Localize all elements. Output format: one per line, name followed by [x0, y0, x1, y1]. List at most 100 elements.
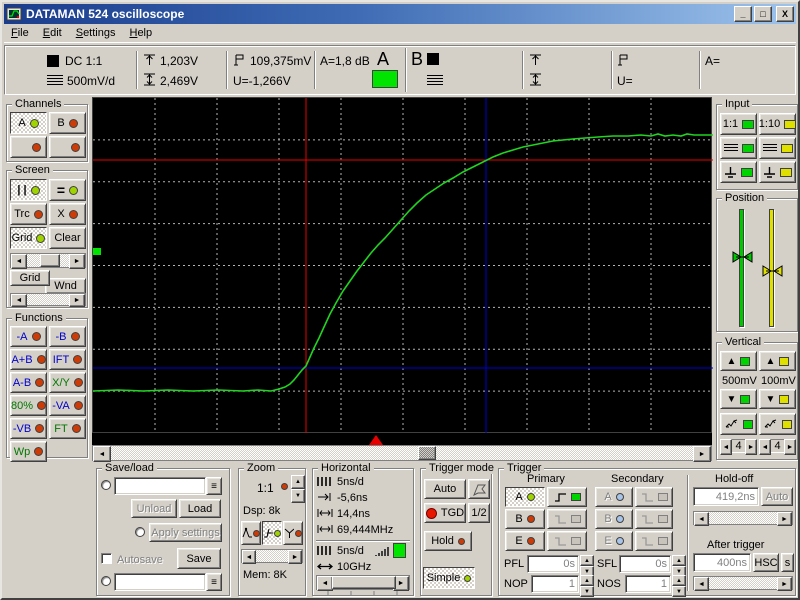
auto-trigger-button[interactable]: Auto: [424, 479, 466, 499]
secondary-b-edge-button[interactable]: [635, 509, 673, 529]
xy-button[interactable]: X: [49, 203, 86, 225]
secondary-a-button[interactable]: A: [595, 487, 633, 507]
arrow-left-icon[interactable]: ◄: [759, 439, 771, 455]
hsc-button[interactable]: HSC: [753, 553, 779, 572]
noise-filter-a-button[interactable]: [720, 413, 757, 435]
secondary-e-edge-button[interactable]: [635, 531, 673, 551]
arrow-left-icon[interactable]: ◄: [720, 439, 732, 455]
horizontal-scrollbar-thumb[interactable]: [332, 576, 396, 589]
after-trigger-scrollbar[interactable]: ◄ ►: [693, 576, 793, 590]
arrow-down-icon[interactable]: ▼: [291, 489, 305, 503]
zoom-mode-peak-button[interactable]: [241, 521, 261, 545]
secondary-a-edge-button[interactable]: [635, 487, 673, 507]
range-up-b-button[interactable]: ▲: [759, 351, 796, 371]
holdoff-input[interactable]: 419,2ns: [693, 487, 759, 506]
primary-e-button[interactable]: E: [505, 531, 545, 551]
input-1-10-button[interactable]: 1:10: [759, 113, 796, 135]
save-button[interactable]: Save: [177, 548, 221, 569]
arrow-up-icon[interactable]: ▲: [291, 475, 305, 489]
arrow-down-icon[interactable]: ▼: [580, 586, 594, 597]
fn-neg-vb-button[interactable]: -VB: [10, 418, 47, 439]
coupling-b-button[interactable]: [759, 137, 796, 159]
fn-a-minus-b-button[interactable]: A-B: [10, 372, 47, 393]
position-handle-b[interactable]: [762, 265, 783, 277]
half-button[interactable]: 1/2: [468, 503, 490, 523]
arrow-down-icon[interactable]: ▼: [672, 586, 686, 597]
grid-scrollbar-thumb[interactable]: [40, 254, 60, 267]
range-up-a-button[interactable]: ▲: [720, 351, 757, 371]
arrow-left-icon[interactable]: ◄: [93, 446, 111, 462]
arrow-left-icon[interactable]: ◄: [317, 576, 333, 591]
scope-display[interactable]: [92, 97, 712, 433]
secondary-b-button[interactable]: B: [595, 509, 633, 529]
fn-neg-a-button[interactable]: -A: [10, 326, 47, 347]
arrow-up-icon[interactable]: ▲: [580, 555, 594, 566]
range-down-b-button[interactable]: ▼: [759, 389, 796, 409]
nop-input[interactable]: 1: [531, 575, 579, 593]
arrow-right-icon[interactable]: ►: [69, 254, 85, 269]
probe-spinner-b[interactable]: ◄ 4 ►: [759, 439, 796, 453]
arrow-right-icon[interactable]: ►: [693, 446, 711, 462]
arrow-left-icon[interactable]: ◄: [694, 512, 709, 526]
sfl-input[interactable]: 0s: [619, 555, 671, 573]
hold-button[interactable]: Hold: [424, 531, 472, 551]
nos-input[interactable]: 1: [625, 575, 671, 593]
trigger-position-marker-icon[interactable]: [369, 435, 383, 445]
save-name-input[interactable]: [114, 573, 206, 591]
wnd-scrollbar[interactable]: ◄ ►: [10, 293, 86, 306]
close-icon[interactable]: X: [776, 6, 794, 22]
menu-help[interactable]: Help: [122, 25, 159, 41]
fn-ft-button[interactable]: FT: [49, 418, 86, 439]
probe-spinner-a[interactable]: ◄ 4 ►: [720, 439, 757, 453]
apply-settings-radio[interactable]: [135, 527, 145, 537]
zoom-ratio-spinner[interactable]: ▲ ▼: [291, 475, 303, 499]
load-name-input[interactable]: [114, 477, 206, 495]
zoom-mode-interp-button[interactable]: [262, 521, 282, 545]
arrow-up-icon[interactable]: ▲: [672, 555, 686, 566]
zoom-scrollbar[interactable]: ◄ ►: [241, 549, 303, 563]
position-slider-a[interactable]: [739, 209, 744, 327]
tab-wnd[interactable]: Wnd: [45, 278, 86, 294]
arrow-right-icon[interactable]: ►: [745, 439, 757, 455]
simple-mode-button[interactable]: Simple: [423, 567, 475, 589]
ground-b-button[interactable]: [759, 161, 796, 183]
tgd-button[interactable]: TGD: [424, 503, 466, 523]
pfl-spinner[interactable]: ▲ ▼: [580, 555, 592, 573]
primary-b-edge-button[interactable]: [547, 509, 587, 529]
minimize-icon[interactable]: _: [734, 6, 752, 22]
primary-b-button[interactable]: B: [505, 509, 545, 529]
display-scrollbar-thumb[interactable]: [418, 446, 436, 460]
menu-edit[interactable]: Edit: [36, 25, 69, 41]
primary-e-edge-button[interactable]: [547, 531, 587, 551]
unload-button[interactable]: Unload: [131, 499, 177, 518]
arrow-right-icon[interactable]: ►: [69, 294, 85, 307]
holdoff-auto-button[interactable]: Auto: [761, 487, 793, 506]
arrow-up-icon[interactable]: ▲: [580, 575, 594, 586]
tab-grid[interactable]: Grid: [10, 270, 50, 286]
channel-d-button[interactable]: [49, 136, 86, 158]
arrow-left-icon[interactable]: ◄: [694, 577, 709, 591]
apply-settings-button[interactable]: Apply settings: [149, 523, 222, 542]
autosave-checkbox[interactable]: [101, 553, 112, 564]
nop-spinner[interactable]: ▲ ▼: [580, 575, 592, 593]
fn-a-plus-b-button[interactable]: A+B: [10, 349, 47, 370]
input-1-1-button[interactable]: 1:1: [720, 113, 757, 135]
zoom-mode-y-button[interactable]: [283, 521, 303, 545]
single-flag-button[interactable]: [468, 479, 490, 499]
menu-settings[interactable]: Settings: [69, 25, 123, 41]
arrow-up-icon[interactable]: ▲: [672, 575, 686, 586]
pause-button[interactable]: | |: [10, 179, 47, 201]
trc-button[interactable]: Trc: [10, 203, 47, 225]
fn-wp-button[interactable]: Wp: [10, 441, 47, 462]
fn-neg-b-button[interactable]: -B: [49, 326, 86, 347]
sfl-spinner[interactable]: ▲ ▼: [672, 555, 684, 573]
arrow-right-icon[interactable]: ►: [777, 512, 792, 526]
arrow-right-icon[interactable]: ►: [288, 550, 302, 564]
secondary-e-button[interactable]: E: [595, 531, 633, 551]
fn-neg-va-button[interactable]: -VA: [49, 395, 86, 416]
holdoff-scrollbar[interactable]: ◄ ►: [693, 511, 793, 525]
load-slot-radio[interactable]: [101, 480, 111, 490]
ground-a-button[interactable]: [720, 161, 757, 183]
primary-a-edge-button[interactable]: [547, 487, 587, 507]
arrow-left-icon[interactable]: ◄: [11, 294, 27, 307]
